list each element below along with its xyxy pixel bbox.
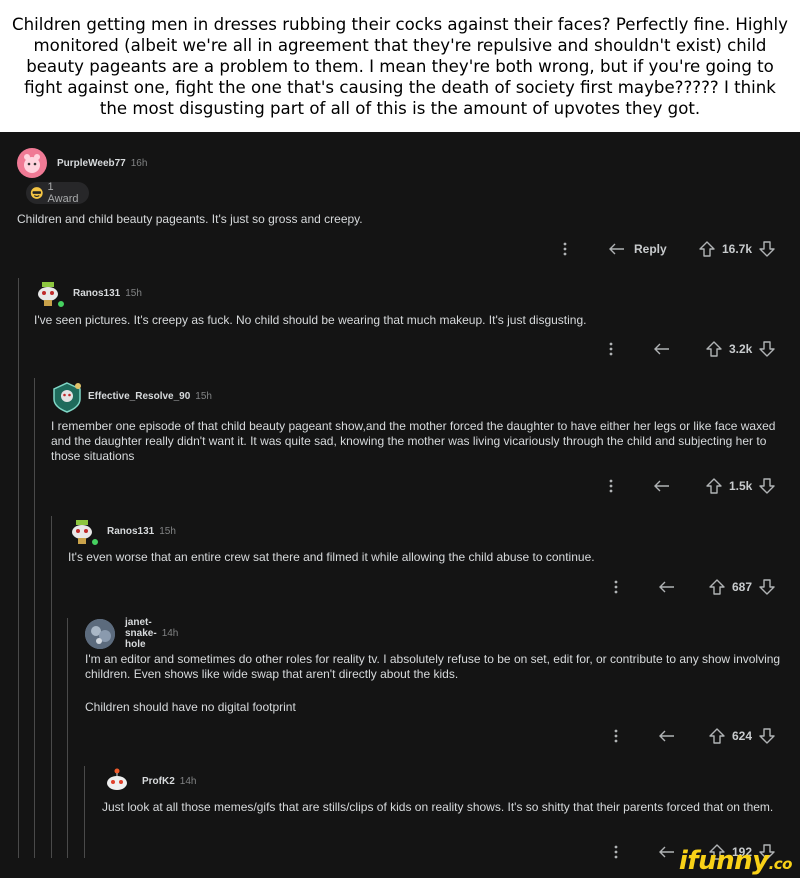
avatar[interactable] (51, 381, 81, 413)
upvote-icon[interactable] (708, 727, 726, 745)
username[interactable]: PurpleWeeb77 (57, 158, 126, 169)
vote-score: 3.2k (729, 342, 753, 356)
username[interactable]: Ranos131 (73, 288, 120, 299)
avatar[interactable] (102, 766, 132, 796)
award-count: 1 Award (47, 181, 79, 205)
reply-button[interactable] (658, 841, 676, 863)
avatar[interactable] (17, 148, 47, 178)
more-options-button[interactable] (611, 841, 621, 863)
vote-controls: 1.5k (705, 475, 776, 497)
watermark-suffix: .co (768, 855, 793, 873)
comment-actions: 1.5k (0, 475, 800, 497)
username[interactable]: janet-snake-hole (125, 617, 157, 650)
vote-controls: 16.7k (698, 238, 776, 260)
downvote-icon[interactable] (758, 477, 776, 495)
more-icon (614, 729, 618, 743)
more-options-button[interactable] (611, 725, 621, 747)
reply-icon (654, 343, 669, 355)
vote-controls: 687 (708, 576, 776, 598)
vote-score: 624 (732, 729, 753, 743)
timestamp: 15h (159, 525, 176, 537)
more-options-button[interactable] (606, 338, 616, 360)
reply-icon (659, 730, 674, 742)
username[interactable]: ProfK2 (142, 776, 175, 787)
upvote-icon[interactable] (705, 340, 723, 358)
more-icon (609, 342, 613, 356)
photo-avatar-icon (85, 618, 115, 649)
downvote-icon[interactable] (758, 578, 776, 596)
username[interactable]: Effective_Resolve_90 (88, 391, 190, 402)
more-options-button[interactable] (560, 238, 570, 260)
comment-body: Just look at all those memes/gifs that a… (102, 800, 774, 814)
upvote-icon[interactable] (698, 240, 716, 258)
vote-score: 16.7k (722, 242, 753, 256)
downvote-icon[interactable] (758, 340, 776, 358)
online-indicator (91, 538, 99, 546)
more-icon (614, 580, 618, 594)
shield-avatar-icon (53, 382, 81, 413)
reply-icon (654, 480, 669, 492)
comment-body: It's even worse that an entire crew sat … (68, 550, 595, 564)
comment-body: I've seen pictures. It's creepy as fuck.… (34, 313, 587, 327)
vote-score: 687 (732, 580, 753, 594)
comment-thread: PurpleWeeb77 16h 1 Award Children and ch… (0, 132, 800, 878)
thread-line-2[interactable] (34, 378, 35, 858)
timestamp: 14h (179, 775, 197, 787)
reply-label: Reply (634, 242, 667, 256)
upvote-icon[interactable] (705, 477, 723, 495)
avatar[interactable] (33, 278, 65, 308)
meme-caption: Children getting men in dresses rubbing … (0, 0, 800, 132)
comment-actions: 687 (0, 576, 800, 598)
avatar-icon (24, 154, 40, 173)
award-badge[interactable]: 1 Award (26, 181, 89, 205)
comment-actions: 3.2k (0, 338, 800, 360)
comment-actions: 624 (0, 725, 800, 747)
timestamp: 14h (161, 628, 179, 639)
reply-button[interactable] (653, 338, 671, 360)
reply-icon (659, 846, 674, 858)
thread-line-1[interactable] (18, 278, 19, 858)
comment-body: I'm an editor and sometimes do other rol… (85, 652, 781, 681)
watermark-main: ifunny (678, 846, 769, 876)
comment-actions: Reply 16.7k (0, 238, 800, 260)
more-options-button[interactable] (611, 576, 621, 598)
upvote-icon[interactable] (708, 578, 726, 596)
avatar[interactable] (67, 516, 99, 546)
award-icon (30, 187, 43, 199)
ifunny-watermark: ifunny.co (678, 846, 793, 876)
timestamp: 15h (125, 287, 142, 299)
reply-button[interactable]: Reply (608, 238, 667, 260)
snoo-avatar-icon (107, 768, 127, 790)
more-options-button[interactable] (606, 475, 616, 497)
more-icon (563, 242, 567, 256)
comment-body: I remember one episode of that child bea… (51, 419, 776, 463)
reply-button[interactable] (658, 576, 676, 598)
downvote-icon[interactable] (758, 727, 776, 745)
reply-icon (659, 581, 674, 593)
vote-controls: 3.2k (705, 338, 776, 360)
more-icon (609, 479, 613, 493)
avatar[interactable] (85, 618, 115, 649)
vote-score: 1.5k (729, 479, 753, 493)
comment-body: Children and child beauty pageants. It's… (17, 212, 363, 226)
online-indicator (57, 300, 65, 308)
downvote-icon[interactable] (758, 240, 776, 258)
timestamp: 16h (130, 157, 148, 169)
reply-button[interactable] (658, 725, 676, 747)
reply-icon (609, 243, 624, 255)
more-icon (614, 845, 618, 859)
thread-line-3[interactable] (51, 516, 52, 858)
vote-controls: 624 (708, 725, 776, 747)
comment-body-paragraph-2: Children should have no digital footprin… (85, 700, 296, 714)
username[interactable]: Ranos131 (107, 526, 154, 537)
timestamp: 15h (195, 390, 212, 402)
reply-button[interactable] (653, 475, 671, 497)
